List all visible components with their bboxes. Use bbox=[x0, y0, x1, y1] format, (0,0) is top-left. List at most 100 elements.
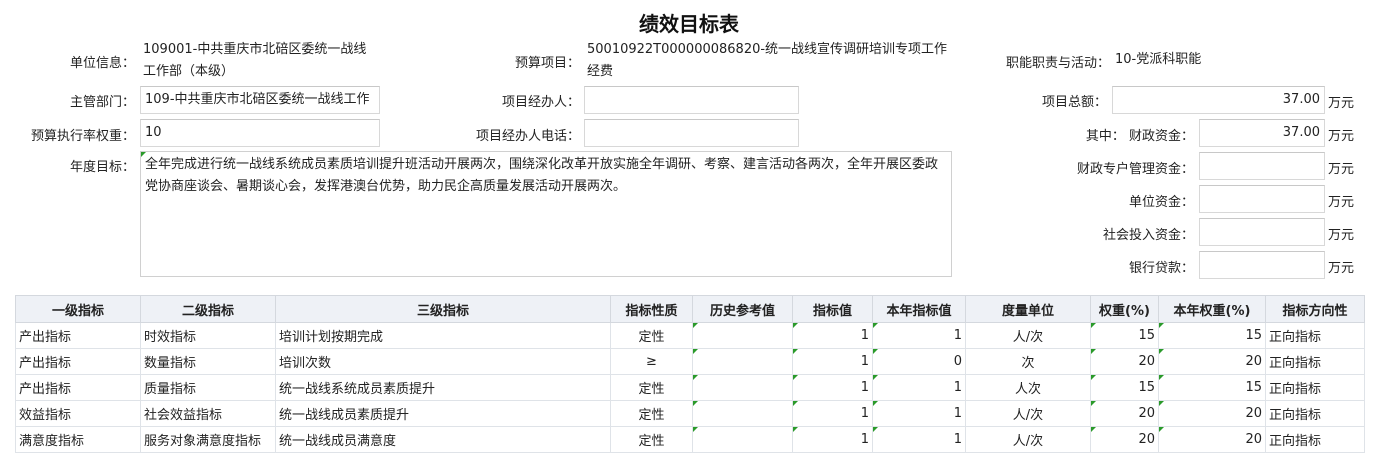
annual-goal-textarea[interactable]: 全年完成进行统一战线系统成员素质培训提升班活动开展两次，围绕深化改革开放实施全年… bbox=[140, 151, 952, 277]
col-header-unit[interactable]: 度量单位 bbox=[965, 295, 1091, 323]
cell-history[interactable] bbox=[692, 426, 793, 453]
col-header-year-weight[interactable]: 本年权重(%) bbox=[1158, 295, 1266, 323]
supervisor-field[interactable]: 109-中共重庆市北碚区委统一战线工作 bbox=[140, 86, 380, 114]
bank-loan-unit: 万元 bbox=[1328, 261, 1355, 276]
table-row[interactable]: 满意度指标 服务对象满意度指标 统一战线成员满意度 定性 1 1 人/次 20 20 正向指标 bbox=[15, 426, 1365, 453]
edit-marker-icon bbox=[693, 427, 698, 432]
col-header-level1[interactable]: 一级指标 bbox=[15, 295, 141, 323]
col-header-year-value[interactable]: 本年指标值 bbox=[872, 295, 966, 323]
cell-text: 统一战线成员素质提升 bbox=[279, 408, 410, 423]
edit-marker-icon bbox=[873, 427, 878, 432]
social-fund-field[interactable] bbox=[1199, 218, 1325, 246]
cell-value[interactable]: 1 bbox=[792, 400, 873, 427]
col-header-history[interactable]: 历史参考值 bbox=[692, 295, 793, 323]
cell-year-weight[interactable]: 20 bbox=[1158, 426, 1266, 453]
cell-year-value[interactable]: 1 bbox=[872, 400, 966, 427]
cell-text: 产出指标 bbox=[19, 356, 72, 371]
edit-marker-icon bbox=[141, 152, 146, 157]
col-header-nature[interactable]: 指标性质 bbox=[610, 295, 693, 323]
fiscal-field[interactable]: 37.00 bbox=[1199, 119, 1325, 147]
cell-weight[interactable]: 15 bbox=[1090, 374, 1159, 401]
supervisor-label: 主管部门： bbox=[69, 95, 135, 110]
cell-history[interactable] bbox=[692, 400, 793, 427]
budget-project-value-line2: 经费 bbox=[587, 64, 614, 79]
cell-level2: 质量指标 bbox=[140, 374, 276, 401]
cell-level2: 数量指标 bbox=[140, 348, 276, 375]
exec-weight-field[interactable]: 10 bbox=[140, 119, 380, 147]
cell-year-weight[interactable]: 15 bbox=[1158, 374, 1266, 401]
manager-label: 项目经办人： bbox=[501, 95, 580, 110]
cell-text: 定性 bbox=[638, 330, 665, 345]
edit-marker-icon bbox=[693, 375, 698, 380]
cell-year-weight[interactable]: 15 bbox=[1158, 322, 1266, 349]
cell-nature: ≥ bbox=[610, 348, 693, 375]
cell-text: 1 bbox=[953, 380, 962, 395]
cell-text: 1 bbox=[860, 406, 869, 421]
manager-field[interactable] bbox=[584, 86, 799, 114]
cell-history[interactable] bbox=[692, 374, 793, 401]
cell-value[interactable]: 1 bbox=[792, 374, 873, 401]
edit-marker-icon bbox=[793, 427, 798, 432]
cell-history[interactable] bbox=[692, 322, 793, 349]
cell-text: 正向指标 bbox=[1269, 382, 1322, 397]
cell-text: ≥ bbox=[646, 354, 657, 369]
col-header-level2[interactable]: 二级指标 bbox=[140, 295, 276, 323]
cell-weight[interactable]: 20 bbox=[1090, 348, 1159, 375]
cell-direction: 正向指标 bbox=[1265, 348, 1365, 375]
cell-year-value[interactable]: 1 bbox=[872, 322, 966, 349]
total-field[interactable]: 37.00 bbox=[1112, 86, 1325, 114]
total-label: 项目总额： bbox=[1041, 95, 1107, 110]
cell-level3: 培训次数 bbox=[275, 348, 611, 375]
unit-fund-field[interactable] bbox=[1199, 185, 1325, 213]
manager-phone-field[interactable] bbox=[584, 119, 799, 147]
cell-text: 定性 bbox=[638, 382, 665, 397]
table-row[interactable]: 产出指标 时效指标 培训计划按期完成 定性 1 1 人/次 15 15 正向指标 bbox=[15, 322, 1365, 349]
function-label: 职能职责与活动： bbox=[1005, 56, 1110, 71]
cell-nature: 定性 bbox=[610, 374, 693, 401]
edit-marker-icon bbox=[1159, 323, 1164, 328]
col-header-weight[interactable]: 权重(%) bbox=[1090, 295, 1159, 323]
table-row[interactable]: 产出指标 质量指标 统一战线系统成员素质提升 定性 1 1 人次 15 15 正向指标 bbox=[15, 374, 1365, 401]
edit-marker-icon bbox=[793, 375, 798, 380]
table-row[interactable]: 效益指标 社会效益指标 统一战线成员素质提升 定性 1 1 人/次 20 20 正向指标 bbox=[15, 400, 1365, 427]
edit-marker-icon bbox=[793, 401, 798, 406]
unit-info-value-line1: 109001-中共重庆市北碚区委统一战线 bbox=[143, 42, 367, 57]
edit-marker-icon bbox=[793, 349, 798, 354]
cell-weight[interactable]: 20 bbox=[1090, 426, 1159, 453]
col-header-direction[interactable]: 指标方向性 bbox=[1265, 295, 1365, 323]
cell-text: 人/次 bbox=[1012, 330, 1044, 345]
bank-loan-field[interactable] bbox=[1199, 251, 1325, 279]
cell-direction: 正向指标 bbox=[1265, 426, 1365, 453]
cell-text: 15 bbox=[1245, 328, 1262, 343]
page-title: 绩效目标表 bbox=[639, 12, 739, 36]
special-fund-field[interactable] bbox=[1199, 152, 1325, 180]
cell-nature: 定性 bbox=[610, 426, 693, 453]
total-unit: 万元 bbox=[1328, 96, 1355, 111]
cell-unit: 人次 bbox=[965, 374, 1091, 401]
cell-year-value[interactable]: 1 bbox=[872, 374, 966, 401]
table-row[interactable]: 产出指标 数量指标 培训次数 ≥1 0 次 20 20 正向指标 bbox=[15, 348, 1365, 375]
cell-text: 定性 bbox=[638, 434, 665, 449]
cell-year-weight[interactable]: 20 bbox=[1158, 348, 1266, 375]
unit-info-label: 单位信息： bbox=[69, 56, 135, 71]
indicator-table-body: 产出指标 时效指标 培训计划按期完成 定性 1 1 人/次 15 15 正向指标 产出指标 数量指标培… bbox=[15, 322, 1365, 453]
edit-marker-icon bbox=[873, 323, 878, 328]
cell-weight[interactable]: 20 bbox=[1090, 400, 1159, 427]
cell-text: 0 bbox=[953, 354, 962, 369]
cell-year-value[interactable]: 0 bbox=[872, 348, 966, 375]
cell-text: 1 bbox=[860, 328, 869, 343]
col-header-level3[interactable]: 三级指标 bbox=[275, 295, 611, 323]
cell-weight[interactable]: 15 bbox=[1090, 322, 1159, 349]
cell-value[interactable]: 1 bbox=[792, 426, 873, 453]
edit-marker-icon bbox=[873, 349, 878, 354]
unit-info-value-line2: 工作部（本级） bbox=[143, 64, 235, 79]
cell-year-value[interactable]: 1 bbox=[872, 426, 966, 453]
cell-year-weight[interactable]: 20 bbox=[1158, 400, 1266, 427]
cell-value[interactable]: 1 bbox=[792, 322, 873, 349]
cell-value[interactable]: 1 bbox=[792, 348, 873, 375]
col-header-value[interactable]: 指标值 bbox=[792, 295, 873, 323]
cell-text: 培训次数 bbox=[279, 356, 332, 371]
cell-text: 质量指标 bbox=[144, 382, 197, 397]
cell-history[interactable] bbox=[692, 348, 793, 375]
cell-level3: 统一战线系统成员素质提升 bbox=[275, 374, 611, 401]
